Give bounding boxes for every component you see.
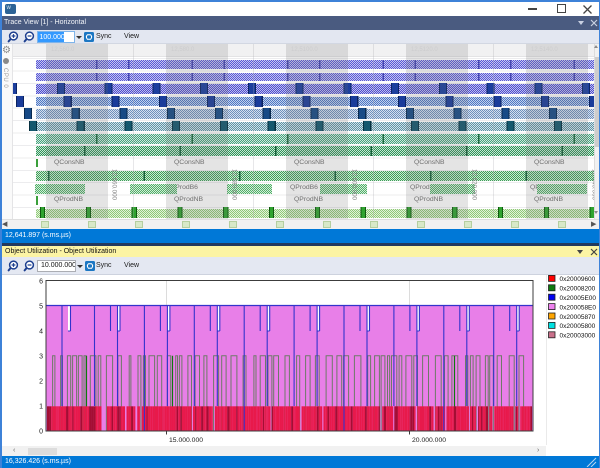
svg-text:15.000.000: 15.000.000 [169,437,203,444]
svg-text:3: 3 [39,354,43,361]
svg-text:0x20005870: 0x20005870 [560,314,596,321]
svg-text:6: 6 [39,279,43,286]
svg-text:0x20003000: 0x20003000 [560,333,596,340]
svg-text:0: 0 [39,429,43,436]
svg-text:2: 2 [39,379,43,386]
svg-text:0x20008200: 0x20008200 [560,286,596,293]
svg-text:0x20005E00: 0x20005E00 [560,295,597,302]
svg-text:1: 1 [39,404,43,411]
svg-text:4: 4 [39,329,43,336]
svg-text:20.000.000: 20.000.000 [412,437,446,444]
svg-text:0x200058E0: 0x200058E0 [560,304,597,311]
svg-text:0x20009600: 0x20009600 [560,276,596,283]
svg-text:5: 5 [39,304,43,311]
svg-text:0x20005800: 0x20005800 [560,323,596,330]
